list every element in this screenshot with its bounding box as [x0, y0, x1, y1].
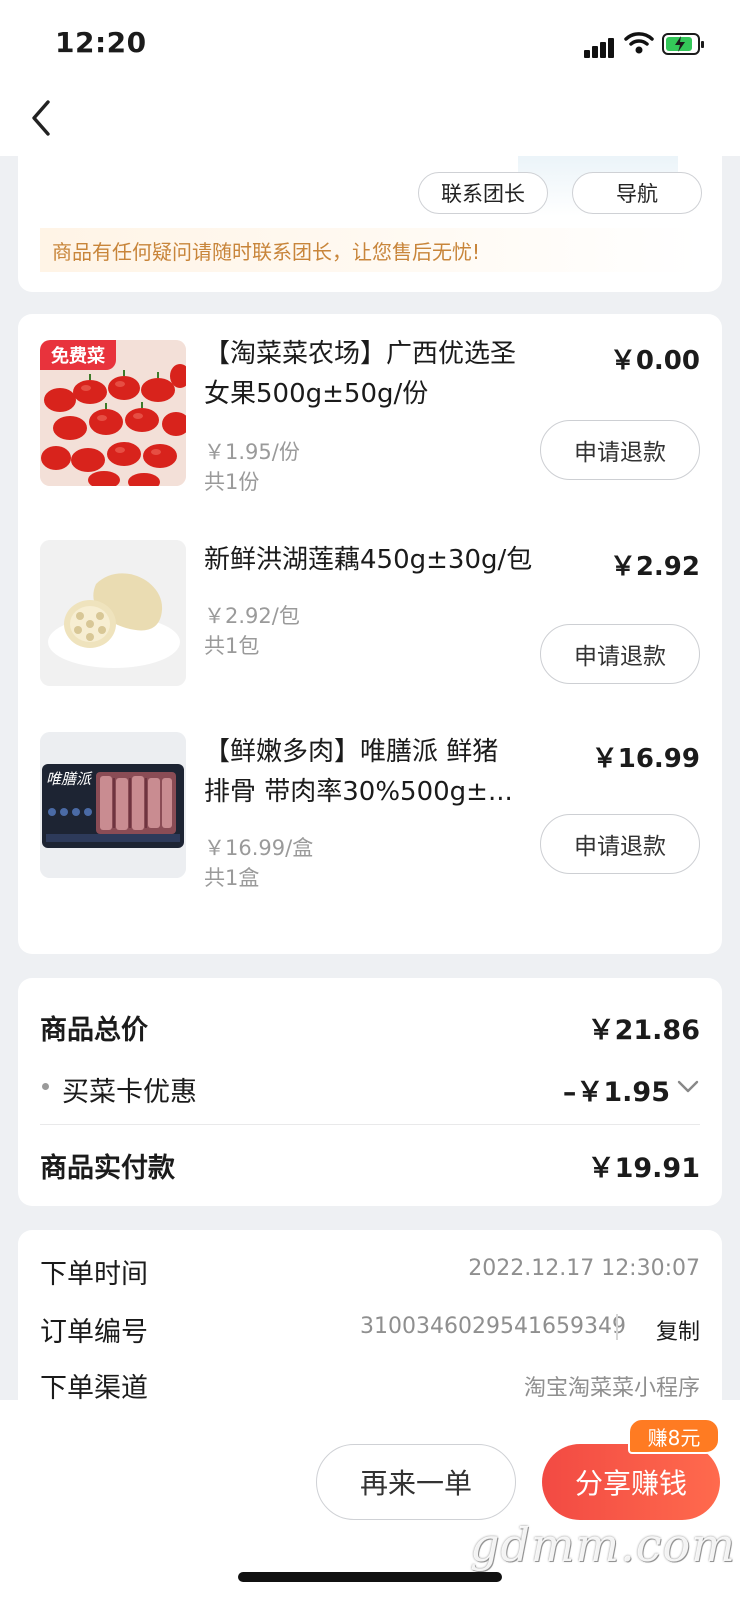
order-channel-value: 淘宝淘菜菜小程序	[523, 1376, 700, 1401]
product-quantity: 共1盒	[204, 866, 260, 890]
paid-value: ￥19.91	[587, 1153, 700, 1184]
status-time: 12:20	[55, 26, 147, 59]
product-image-pork-ribs[interactable]: 唯膳派	[40, 732, 186, 878]
product-price: ￥0.00	[609, 346, 700, 376]
contact-leader-button[interactable]: 联系团长	[418, 172, 548, 214]
order-time-value: 2022.12.17 12:30:07	[468, 1256, 700, 1281]
navigation-bar	[0, 90, 740, 156]
total-price-value: ￥21.86	[587, 1015, 700, 1046]
earn-badge: 赚8元	[628, 1418, 720, 1454]
refund-button[interactable]: 申请退款	[540, 814, 700, 874]
product-image-lotus-root[interactable]	[40, 540, 186, 686]
divider	[616, 1314, 618, 1340]
product-name[interactable]: 新鲜洪湖莲藕450g±30g/包	[204, 540, 568, 580]
discount-label: 买菜卡优惠	[62, 1077, 197, 1108]
bullet-dot	[42, 1083, 49, 1090]
order-number-label: 订单编号	[40, 1317, 148, 1348]
back-button[interactable]	[22, 98, 62, 138]
product-unit-price: ￥16.99/盒	[204, 836, 314, 860]
after-sale-notice: 商品有任何疑问请随时联系团长，让您售后无忧!	[40, 228, 700, 272]
product-name-line: 【淘菜菜农场】广西优选圣	[204, 339, 517, 369]
order-time-label: 下单时间	[40, 1259, 148, 1290]
cellular-signal-icon	[584, 36, 620, 58]
product-name-line: 排骨 带肉率30%500g±...	[204, 777, 513, 807]
leader-card: 联系团长 导航 商品有任何疑问请随时联系团长，让您售后无忧!	[18, 156, 722, 292]
paid-label: 商品实付款	[40, 1153, 175, 1184]
product-name-line: 新鲜洪湖莲藕450g±30g/包	[204, 545, 533, 575]
total-price-label: 商品总价	[40, 1015, 148, 1046]
chevron-down-icon[interactable]	[676, 1076, 700, 1096]
divider	[40, 1124, 700, 1125]
product-quantity: 共1包	[204, 634, 260, 658]
free-badge: 免费菜	[40, 340, 116, 370]
share-earn-button[interactable]: 分享赚钱	[542, 1444, 720, 1520]
pack-brand-logo: 唯膳派	[46, 770, 92, 788]
reorder-button[interactable]: 再来一单	[316, 1444, 516, 1520]
product-name-line: 女果500g±50g/份	[204, 379, 429, 409]
product-image-tomato[interactable]: 免费菜	[40, 340, 186, 486]
watermark: gdmm.com	[470, 1518, 736, 1572]
order-number-value: 3100346029541659349	[360, 1314, 626, 1339]
price-summary-card: 商品总价 ￥21.86 买菜卡优惠 –￥1.95 商品实付款 ￥19.91	[18, 978, 722, 1206]
refund-button[interactable]: 申请退款	[540, 624, 700, 684]
navigate-button[interactable]: 导航	[572, 172, 702, 214]
refund-button[interactable]: 申请退款	[540, 420, 700, 480]
home-indicator	[238, 1572, 502, 1582]
product-unit-price: ￥2.92/包	[204, 604, 300, 628]
wifi-icon	[624, 30, 654, 56]
chevron-left-icon	[32, 100, 50, 136]
product-price: ￥2.92	[609, 552, 700, 582]
product-name[interactable]: 【鲜嫩多肉】唯膳派 鲜猪 排骨 带肉率30%500g±...	[204, 732, 568, 812]
discount-value[interactable]: –￥1.95	[563, 1070, 670, 1109]
product-name[interactable]: 【淘菜菜农场】广西优选圣 女果500g±50g/份	[204, 334, 568, 414]
product-price: ￥16.99	[591, 744, 700, 774]
status-bar: 12:20	[0, 0, 740, 90]
product-unit-price: ￥1.95/份	[204, 440, 300, 464]
copy-button[interactable]: 复制	[656, 1314, 700, 1346]
product-name-line: 【鲜嫩多肉】唯膳派 鲜猪	[204, 737, 499, 767]
product-quantity: 共1份	[204, 470, 260, 494]
battery-icon	[662, 33, 704, 55]
products-card: 免费菜 【淘菜菜农场】广西优选圣 女果500g±50g/份 ￥0.00 ￥1.9…	[18, 314, 722, 954]
